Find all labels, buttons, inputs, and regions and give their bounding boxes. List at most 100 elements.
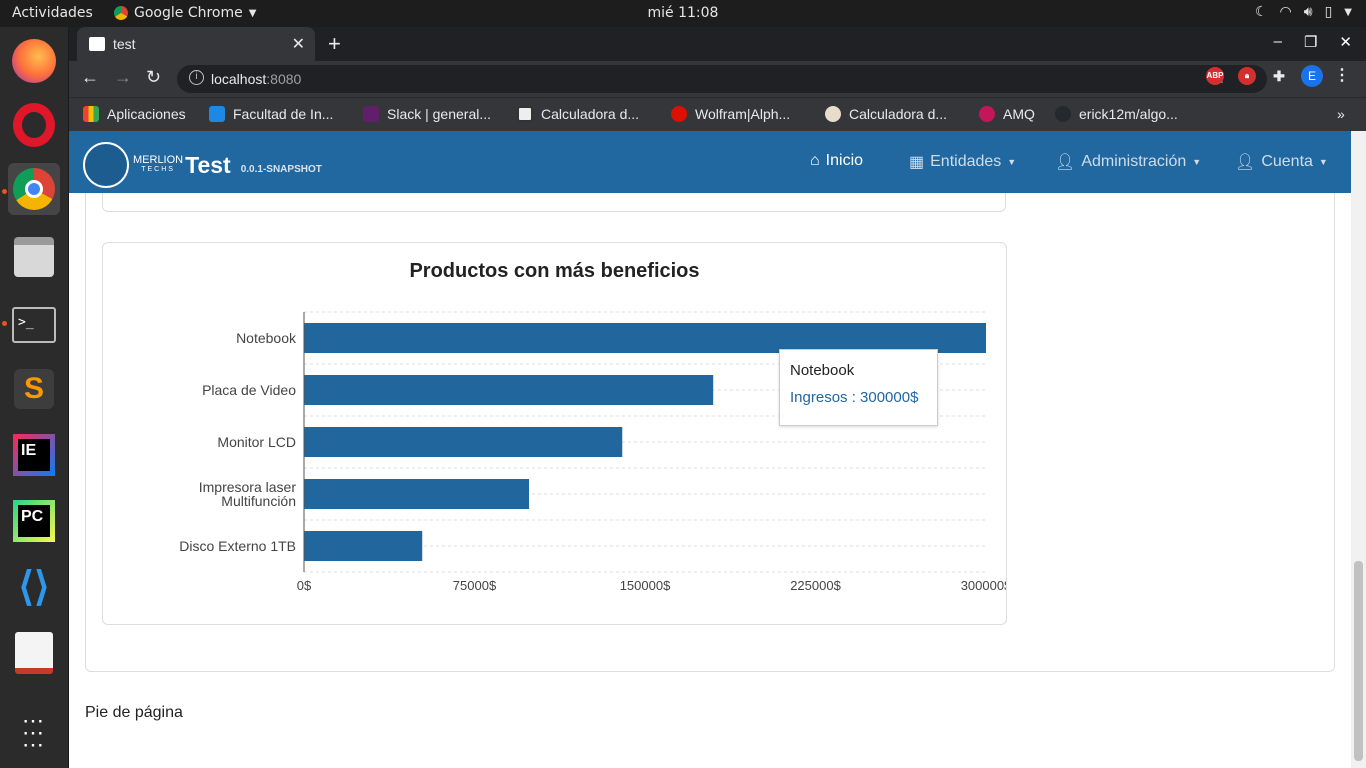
opera-icon[interactable] — [8, 99, 60, 151]
bar-placa-de-video[interactable] — [304, 375, 714, 405]
back-icon[interactable]: ← — [81, 67, 99, 88]
wifi-icon: ◠ — [1279, 4, 1292, 20]
forward-icon[interactable]: → — [114, 67, 132, 88]
caret-down-icon: ▼ — [1192, 157, 1202, 167]
bookmark-wolfram[interactable]: Wolfram|Alph... — [671, 106, 790, 122]
more-bookmarks-icon[interactable]: » — [1337, 106, 1345, 122]
calculator-icon — [517, 106, 533, 122]
chrome-small-icon — [114, 6, 128, 20]
terminal-icon[interactable]: >_ — [8, 299, 60, 351]
nav-administracion[interactable]: 👤︎ Administración ▼ — [1055, 152, 1201, 172]
category-label: Placa de Video — [202, 382, 296, 398]
caret-down-icon: ▼ — [1318, 157, 1328, 167]
wolfram-icon — [671, 106, 687, 122]
address-bar[interactable]: i localhost:8080 ⚿ ☆ — [177, 65, 1267, 93]
nav-label: Inicio — [825, 152, 864, 169]
app-grid-icon[interactable]: ⋯ ⋯ ⋯ — [8, 707, 60, 759]
bookmark-slack[interactable]: Slack | general... — [363, 106, 491, 122]
dock: >_ S IE PC ⟨⟩ ⋯ ⋯ ⋯ — [0, 27, 69, 768]
nav-inicio[interactable]: ⌂ Inicio — [810, 152, 863, 170]
x-tick-label: 300000$ — [961, 578, 1006, 593]
scrollbar-thumb[interactable] — [1354, 561, 1363, 761]
bar-disco-externo-1tb[interactable] — [304, 531, 423, 561]
bookmark-calculadora-1[interactable]: Calculadora d... — [517, 106, 639, 122]
new-tab-button[interactable]: + — [328, 31, 341, 57]
web-page: MERLION TECHS Test 0.0.1-SNAPSHOT ⌂ Inicio… — [69, 131, 1351, 768]
adblock-plus-icon[interactable]: ABP — [1206, 67, 1224, 85]
pycharm-icon[interactable]: PC — [8, 495, 60, 547]
merlion-logo-icon — [83, 142, 129, 188]
bookmark-facultad[interactable]: Facultad de In... — [209, 106, 333, 122]
os-top-bar: Actividades Google Chrome ▼ mié 11:08 ☾ … — [0, 0, 1366, 27]
vscode-icon[interactable]: ⟨⟩ — [8, 561, 60, 613]
bar-monitor-lcd[interactable] — [304, 427, 623, 457]
user-icon: 👤︎ — [1235, 154, 1256, 171]
url-port: :8080 — [266, 71, 302, 87]
page-scrollbar[interactable] — [1351, 131, 1366, 768]
sublime-icon[interactable]: S — [8, 363, 60, 415]
ing-icon — [209, 106, 225, 122]
document-viewer-icon[interactable] — [8, 627, 60, 679]
bookmark-apps[interactable]: Aplicaciones — [83, 106, 186, 122]
bookmark-label: AMQ — [1003, 106, 1035, 122]
chrome-menu-icon[interactable]: ⋮ — [1333, 67, 1351, 85]
night-light-icon: ☾ — [1254, 4, 1268, 20]
close-window-icon[interactable]: ✕ — [1339, 33, 1352, 51]
app-menu[interactable]: Google Chrome ▼ — [114, 5, 256, 21]
close-tab-icon[interactable]: ✕ — [292, 34, 305, 54]
browser-toolbar: ← → ↻ i localhost:8080 ⚿ ☆ — [69, 61, 1366, 97]
minimize-icon[interactable]: – — [1274, 33, 1282, 51]
bookmark-label: Facultad de In... — [233, 106, 334, 122]
browser-chrome: test ✕ + – ❐ ✕ ← → ↻ i localhost:8080 ⚿ … — [69, 27, 1366, 131]
bookmark-amq[interactable]: AMQ — [979, 106, 1035, 122]
bookmark-label: Aplicaciones — [107, 106, 186, 122]
category-label: Disco Externo 1TB — [179, 538, 296, 554]
bookmark-label: Slack | general... — [387, 106, 492, 122]
brand-name: Test — [185, 151, 231, 178]
reload-icon[interactable]: ↻ — [146, 67, 161, 88]
maximize-icon[interactable]: ❐ — [1304, 33, 1317, 51]
caret-down-icon: ▼ — [1007, 157, 1017, 167]
nav-cuenta[interactable]: 👤︎ Cuenta ▼ — [1235, 152, 1328, 172]
chart-tooltip: Notebook Ingresos : 300000$ — [779, 349, 938, 426]
tab-title: test — [113, 36, 136, 52]
x-tick-label: 0$ — [297, 578, 312, 593]
version-label: 0.0.1-SNAPSHOT — [240, 163, 322, 175]
system-tray[interactable]: ☾ ◠ 🔊︎ ▯ ▼ — [1255, 4, 1352, 20]
nav-entidades[interactable]: ▦ Entidades ▼ — [909, 152, 1016, 172]
table-icon: ▦ — [909, 154, 925, 171]
chart-card: Productos con más beneficios Notebook Pla… — [102, 242, 1007, 625]
brand-logo[interactable]: MERLION TECHS Test 0.0.1-SNAPSHOT — [83, 142, 322, 188]
firefox-icon[interactable] — [8, 35, 60, 87]
category-label: Multifunción — [221, 493, 296, 509]
x-tick-label: 225000$ — [790, 578, 841, 593]
tab-favicon-icon — [89, 37, 105, 51]
activities-button[interactable]: Actividades — [12, 5, 93, 21]
bar-chart: NotebookPlaca de VideoMonitor LCDImpreso… — [179, 311, 1006, 593]
home-icon: ⌂ — [810, 152, 820, 169]
tooltip-value: Ingresos : 300000$ — [790, 389, 919, 406]
url-host: localhost — [211, 71, 267, 87]
chrome-icon[interactable] — [8, 163, 60, 215]
bookmark-calculadora-2[interactable]: Calculadora d... — [825, 106, 947, 122]
bookmarks-bar: Aplicaciones Facultad de In... Slack | g… — [69, 97, 1366, 131]
window-controls: – ❐ ✕ — [1274, 33, 1352, 51]
slack-icon — [363, 106, 379, 122]
bar-impresora-laser-multifunci-n[interactable] — [304, 479, 530, 509]
bookmark-label: Calculadora d... — [849, 106, 948, 122]
brand-merlion: MERLION TECHS — [133, 155, 183, 174]
extensions-puzzle-icon[interactable]: ✚ — [1270, 67, 1288, 85]
volume-icon: 🔊︎ — [1303, 4, 1313, 20]
navbar: MERLION TECHS Test 0.0.1-SNAPSHOT ⌂ Inicio… — [69, 131, 1351, 193]
intellij-icon[interactable]: IE — [8, 429, 60, 481]
files-icon[interactable] — [8, 231, 60, 283]
lock-extension-icon[interactable]: 🔒︎ — [1238, 67, 1256, 85]
profile-avatar[interactable]: E — [1301, 65, 1323, 87]
category-label: Notebook — [236, 330, 297, 346]
tab-test[interactable]: test ✕ — [77, 27, 315, 61]
bookmark-github[interactable]: erick12m/algo... — [1055, 106, 1178, 122]
site-info-icon[interactable]: i — [189, 70, 204, 85]
brand-techs: TECHS — [141, 166, 175, 173]
github-icon — [1055, 106, 1071, 122]
app-menu-label: Google Chrome — [134, 5, 243, 21]
